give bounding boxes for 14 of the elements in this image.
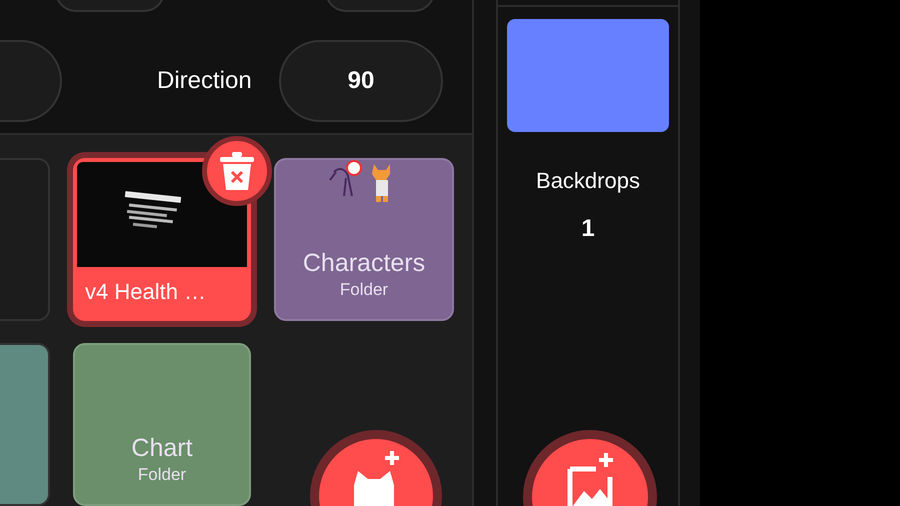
folder-name: Characters — [302, 248, 426, 279]
sprite-name: v4 Health … — [84, 278, 208, 306]
sprite-card[interactable]: v4 Health … — [73, 158, 251, 321]
trash-icon — [220, 152, 254, 190]
folder-label: Folder — [340, 279, 388, 300]
folder-label: Folder — [138, 464, 186, 486]
field-label: Direction — [157, 66, 253, 96]
folder-card[interactable]: Chart Folder — [73, 343, 251, 506]
folder-card[interactable]: Characters Folder — [274, 158, 454, 321]
direction-field[interactable]: 90 — [279, 40, 443, 122]
folder-name: Chart — [131, 433, 193, 464]
backdrops-label: Backdrops — [536, 167, 640, 195]
backdrop-thumbnail[interactable] — [507, 19, 669, 132]
backdrop-count: 1 — [581, 214, 595, 244]
